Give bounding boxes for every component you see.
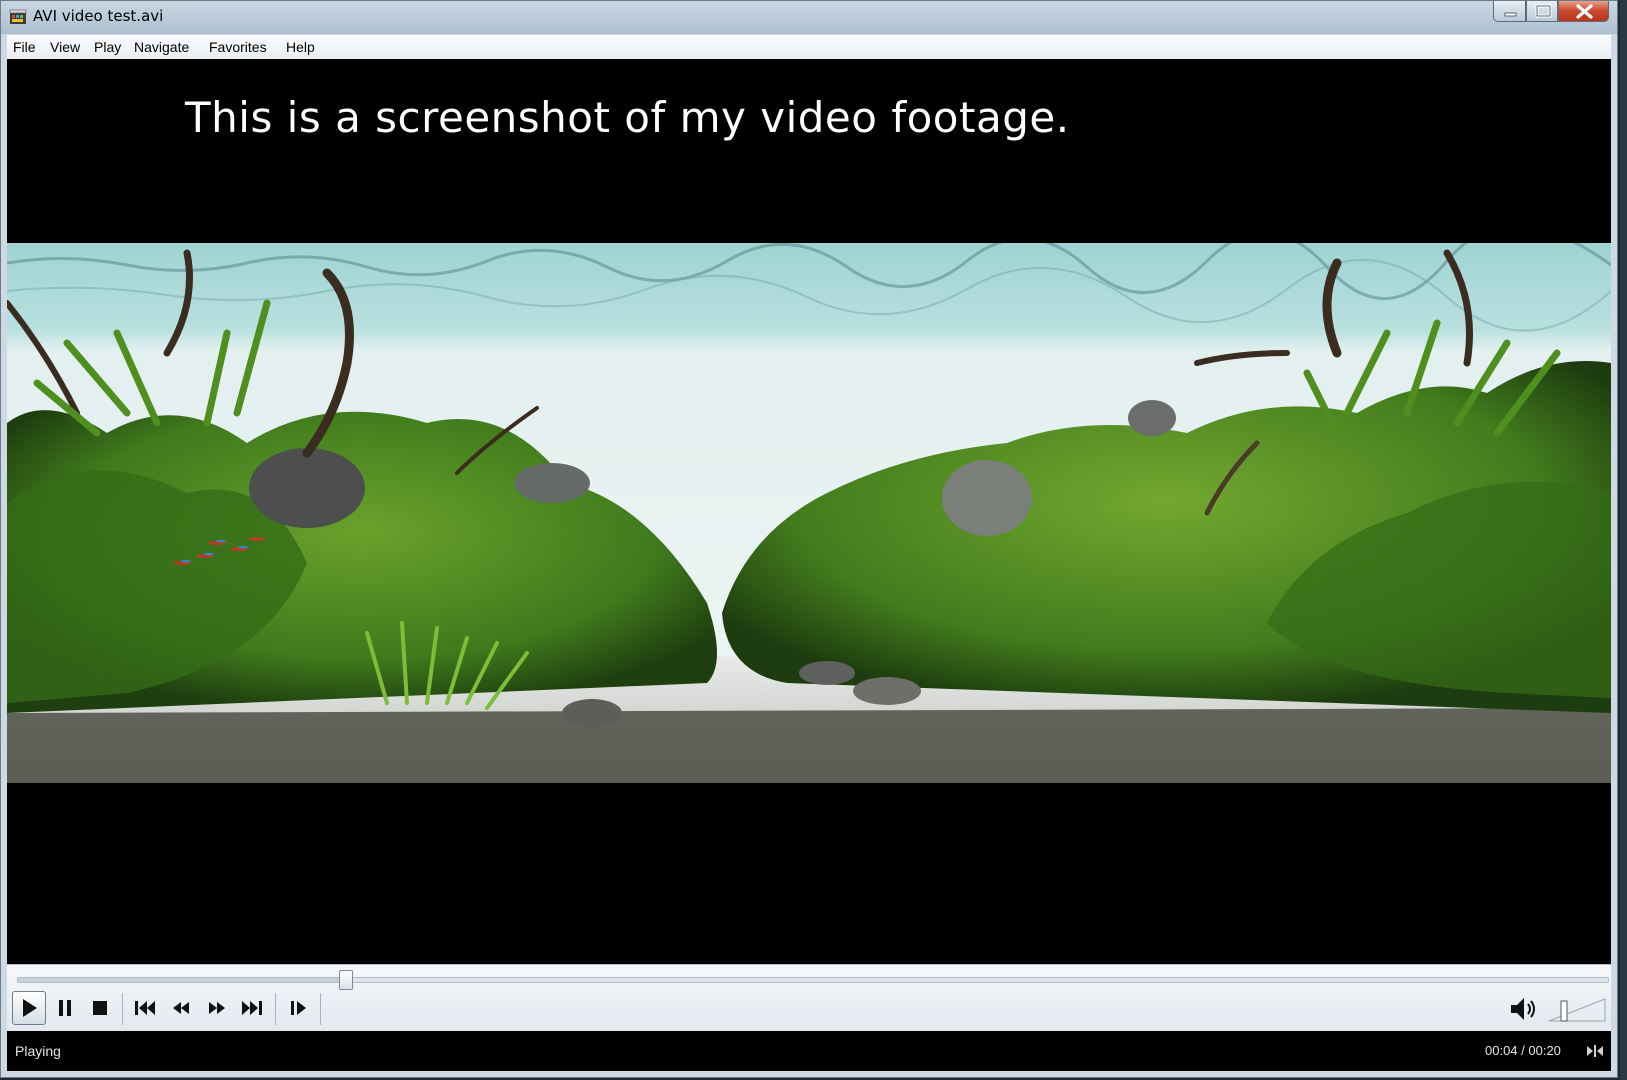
- stop-button[interactable]: [83, 991, 117, 1025]
- rewind-button[interactable]: [164, 991, 198, 1025]
- desktop-background: [1620, 0, 1627, 1080]
- toolbar-separator: [320, 993, 321, 1025]
- skip-next-button[interactable]: [235, 991, 269, 1025]
- menu-view[interactable]: View: [50, 39, 80, 55]
- toolbar-separator: [122, 993, 123, 1025]
- aquarium-video-frame: [7, 243, 1611, 783]
- rewind-icon: [173, 1002, 189, 1014]
- minimize-button[interactable]: [1493, 1, 1526, 22]
- close-button[interactable]: [1558, 1, 1609, 22]
- seek-thumb[interactable]: [338, 970, 353, 990]
- playback-time: 00:04 / 00:20: [1485, 1043, 1561, 1058]
- skip-previous-icon: [135, 1001, 155, 1015]
- close-icon: [1576, 4, 1593, 19]
- fast-forward-icon: [209, 1002, 225, 1014]
- fast-forward-button[interactable]: [200, 991, 234, 1025]
- maximize-button[interactable]: [1526, 1, 1558, 22]
- menu-bar: File View Play Navigate Favorites Help: [7, 35, 1611, 60]
- pause-button[interactable]: [48, 991, 82, 1025]
- title-bar[interactable]: AVI video test.avi: [1, 1, 1617, 34]
- menu-help[interactable]: Help: [286, 39, 315, 55]
- frame-step-button[interactable]: [281, 991, 315, 1025]
- skip-next-icon: [242, 1001, 262, 1015]
- play-icon: [23, 999, 37, 1017]
- video-area[interactable]: This is a screenshot of my video footage…: [7, 59, 1611, 964]
- toolbar-separator: [275, 993, 276, 1025]
- media-player-app-icon: [9, 9, 27, 25]
- menu-play[interactable]: Play: [94, 39, 121, 55]
- speaker-icon: [1511, 998, 1535, 1020]
- seek-bar-played: [18, 978, 346, 982]
- menu-favorites[interactable]: Favorites: [209, 39, 267, 55]
- skip-previous-button[interactable]: [128, 991, 162, 1025]
- menu-navigate[interactable]: Navigate: [134, 39, 189, 55]
- mute-button[interactable]: [1507, 993, 1541, 1025]
- video-overlay-caption: This is a screenshot of my video footage…: [185, 93, 1070, 142]
- media-player-window: AVI video test.avi File View Play Naviga…: [0, 0, 1618, 1078]
- seek-bar[interactable]: [17, 970, 1609, 990]
- menu-file[interactable]: File: [13, 39, 36, 55]
- stop-icon: [93, 1001, 107, 1015]
- pause-icon: [59, 1000, 71, 1016]
- audio-format-icon: [1585, 1042, 1605, 1060]
- playback-status: Playing: [15, 1043, 61, 1059]
- frame-step-icon: [291, 1001, 306, 1015]
- minimize-icon: [1504, 12, 1517, 17]
- playback-controls: [7, 964, 1611, 1032]
- status-bar: Playing 00:04 / 00:20: [7, 1031, 1611, 1071]
- play-button[interactable]: [12, 991, 46, 1025]
- restore-icon: [1535, 4, 1552, 18]
- window-title: AVI video test.avi: [33, 7, 164, 25]
- volume-slider[interactable]: [1547, 995, 1607, 1023]
